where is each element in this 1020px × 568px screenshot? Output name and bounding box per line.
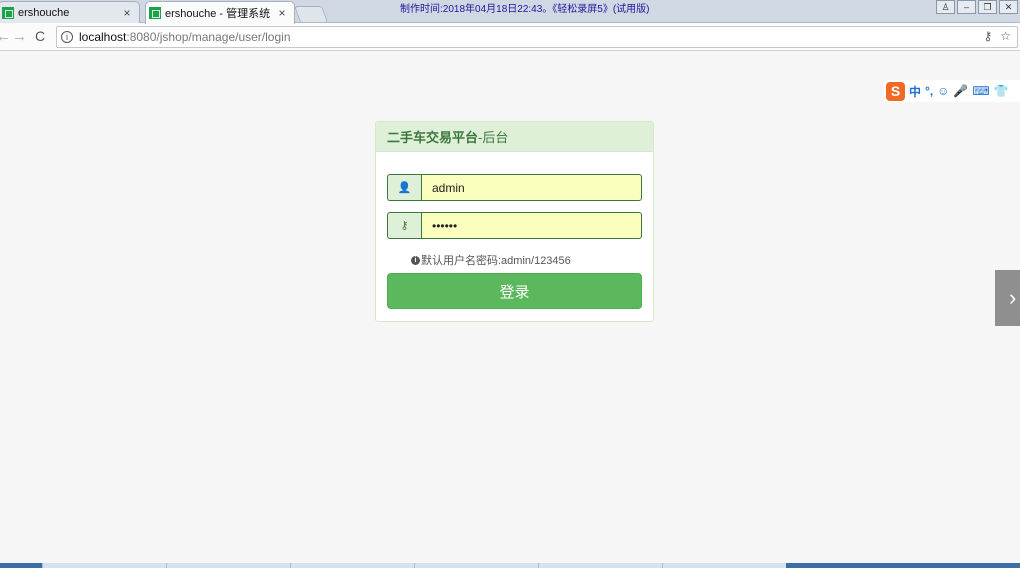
new-tab-button[interactable] xyxy=(294,6,328,22)
taskbar-item[interactable] xyxy=(414,563,538,568)
punctuation-icon[interactable]: °, xyxy=(925,84,933,98)
star-icon[interactable]: ☆ xyxy=(1000,29,1011,43)
username-group: 👤 xyxy=(387,174,642,201)
taskbar-item[interactable] xyxy=(662,563,786,568)
taskbar-item[interactable] xyxy=(166,563,290,568)
hint-text: 默认用户名密码:admin/123456 xyxy=(421,255,571,267)
taskbar-item[interactable] xyxy=(538,563,662,568)
username-input[interactable] xyxy=(421,174,642,201)
keyboard-icon[interactable]: ⌨ xyxy=(972,84,989,98)
password-input[interactable] xyxy=(421,212,642,239)
tab-ershouche[interactable]: ershouche × xyxy=(0,1,140,23)
url-path: :8080/jshop/manage/user/login xyxy=(126,30,291,44)
credentials-hint: i 默认用户名密码:admin/123456 xyxy=(411,252,571,268)
close-icon[interactable]: × xyxy=(121,6,133,20)
favicon-icon xyxy=(2,6,14,19)
browser-toolbar: ← → C i localhost:8080/jshop/manage/user… xyxy=(0,23,1020,51)
browser-tab-strip: ershouche × ershouche - 管理系统 × 制作时间:2018… xyxy=(0,0,1020,24)
tab-title: ershouche - 管理系统 xyxy=(165,8,271,20)
recorder-watermark: 制作时间:2018年04月18日22:43。《轻松录屏5》(试用版) xyxy=(400,4,650,15)
ime-language[interactable]: 中 xyxy=(909,83,921,100)
user-icon: 👤 xyxy=(387,174,421,201)
microphone-icon[interactable]: 🎤 xyxy=(953,84,968,98)
tab-title: ershouche xyxy=(18,6,70,19)
ime-toolbar: S 中 °, ☺ 🎤 ⌨ 👕 xyxy=(884,80,1020,102)
close-icon[interactable]: × xyxy=(276,6,288,20)
sogou-logo-icon[interactable]: S xyxy=(886,81,905,101)
tab-ershouche-admin[interactable]: ershouche - 管理系统 × xyxy=(145,1,295,24)
minimize-button[interactable]: – xyxy=(957,0,976,14)
key-icon: ⚷ xyxy=(387,212,421,239)
info-icon[interactable]: i xyxy=(61,31,73,43)
chevron-right-icon[interactable]: › xyxy=(995,270,1020,326)
back-icon[interactable]: ← xyxy=(0,28,11,45)
os-taskbar xyxy=(0,563,1020,568)
favicon-icon xyxy=(149,7,161,19)
omnibox-actions: ⚷ ☆ xyxy=(983,29,1011,43)
restore-button[interactable]: ❐ xyxy=(978,0,997,14)
taskbar-item[interactable] xyxy=(42,563,166,568)
user-icon[interactable]: ♙ xyxy=(936,0,955,14)
emoji-icon[interactable]: ☺ xyxy=(937,84,949,98)
login-panel: 二手车交易平台-后台 👤 ⚷ i 默认用户名密码:admin/123456 登录 xyxy=(375,121,654,322)
key-icon[interactable]: ⚷ xyxy=(983,29,992,43)
password-group: ⚷ xyxy=(387,212,642,239)
forward-icon[interactable]: → xyxy=(12,28,27,45)
window-controls: ♙ – ❐ ✕ xyxy=(936,0,1018,14)
panel-subtitle: -后台 xyxy=(478,130,509,145)
url-host: localhost xyxy=(79,30,127,44)
panel-title: 二手车交易平台 xyxy=(387,130,479,145)
login-button[interactable]: 登录 xyxy=(387,273,642,309)
start-button[interactable] xyxy=(0,563,42,568)
close-window-button[interactable]: ✕ xyxy=(999,0,1018,14)
skin-icon[interactable]: 👕 xyxy=(994,84,1009,98)
panel-heading: 二手车交易平台 -后台 xyxy=(376,122,653,152)
address-bar[interactable]: i localhost:8080/jshop/manage/user/login… xyxy=(56,26,1018,48)
reload-icon[interactable]: C xyxy=(35,28,45,44)
info-circle-icon: i xyxy=(411,255,420,265)
taskbar-item[interactable] xyxy=(290,563,414,568)
